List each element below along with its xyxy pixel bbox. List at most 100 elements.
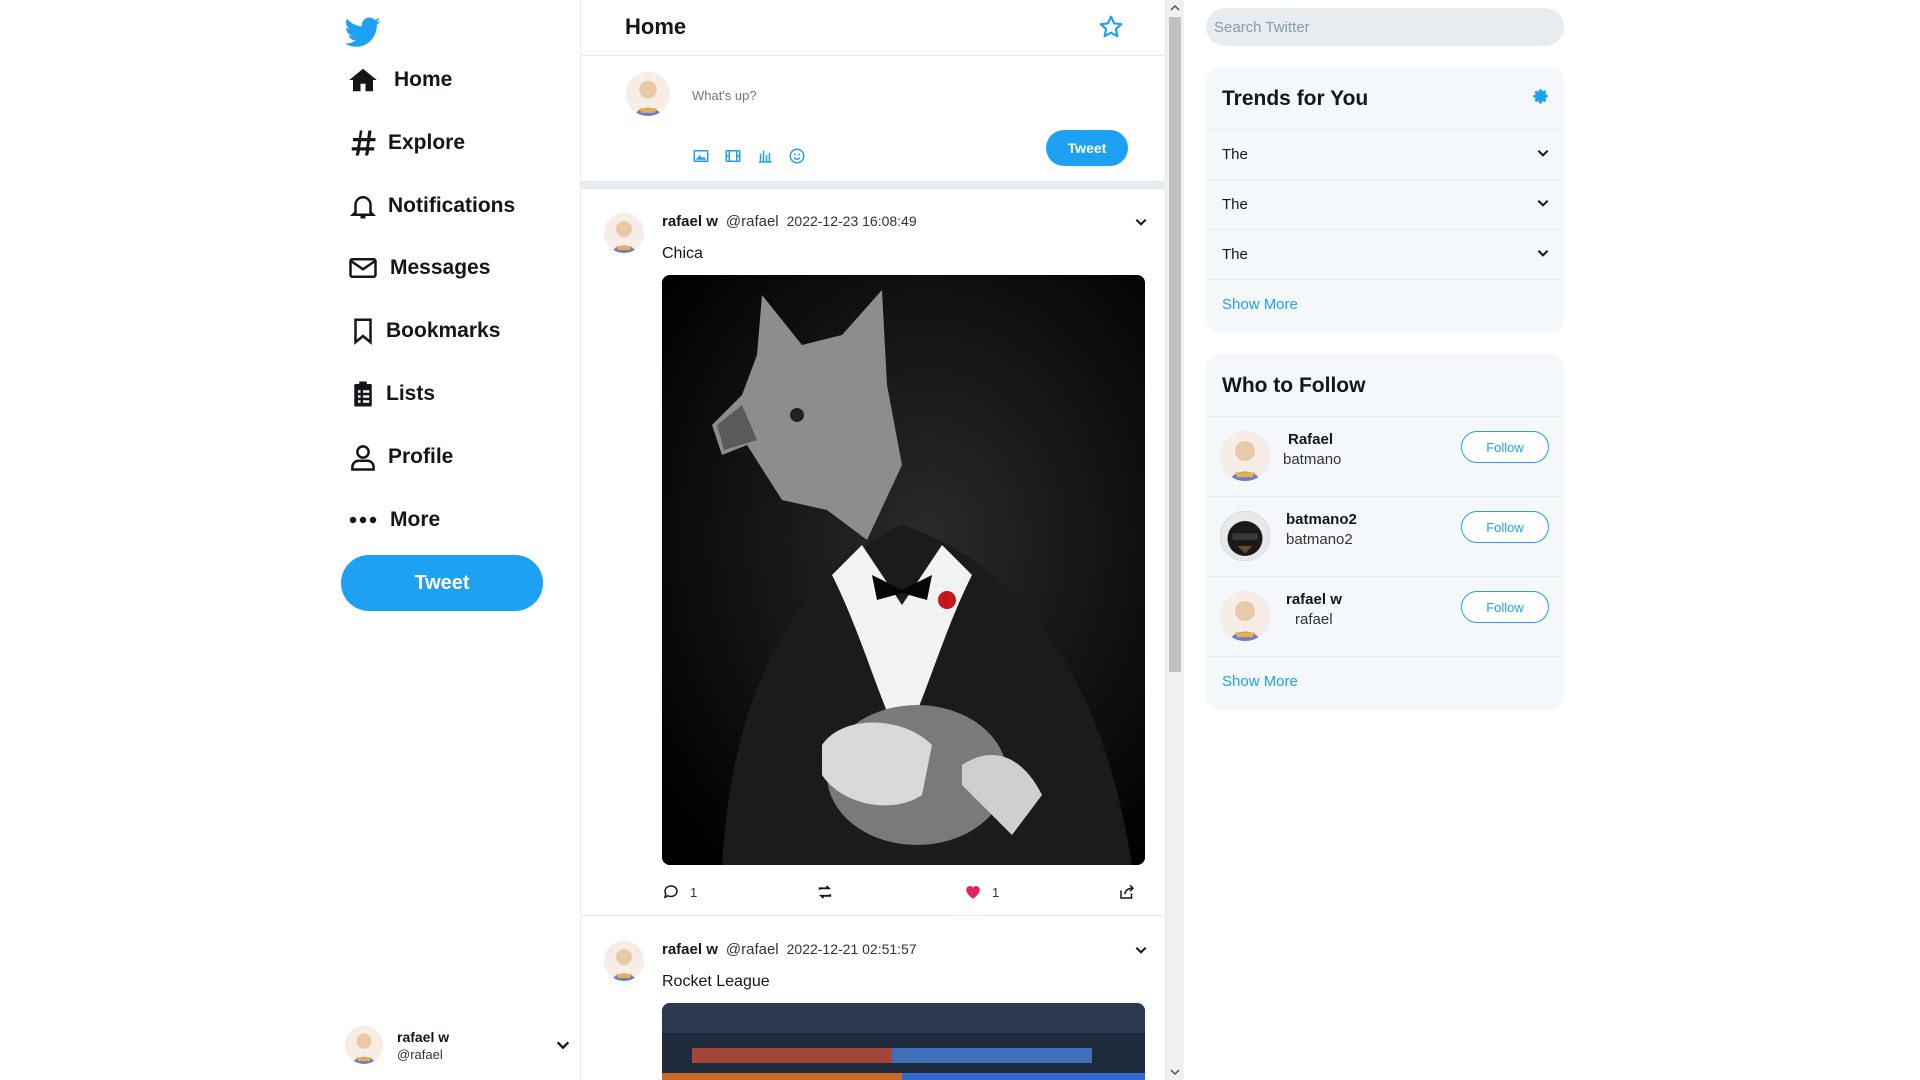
chevron-down-icon[interactable] [1536, 196, 1550, 210]
tweet-text: Chica [662, 245, 703, 262]
gif-icon[interactable] [724, 147, 742, 170]
envelope-icon [349, 258, 377, 278]
tweet-post[interactable]: rafael w @rafael 2022-12-23 16:08:49 Chi… [581, 189, 1165, 916]
nav-explore-label: Explore [388, 131, 466, 154]
feed-scrollbar[interactable] [1166, 0, 1184, 1080]
suggestion-handle: batmano [1283, 451, 1342, 468]
chevron-down-icon[interactable] [1134, 943, 1148, 957]
avatar[interactable] [604, 213, 644, 253]
right-sidebar: Trends for You The The The Show More Who… [1184, 0, 1920, 1080]
bell-icon [349, 196, 377, 219]
tweet-author-handle[interactable]: @rafael [726, 213, 779, 230]
like-action[interactable]: 1 [964, 883, 999, 901]
tweet-image[interactable] [662, 275, 1145, 865]
main-feed: Home Tweet rafael w @rafael 2022-12-23 1… [580, 0, 1166, 1080]
compose-tweet-button[interactable]: Tweet [1046, 130, 1128, 166]
nav-home[interactable]: Home [348, 58, 452, 102]
nav-explore[interactable]: Explore [348, 121, 465, 165]
nav-home-label: Home [394, 68, 453, 91]
trends-show-more-link[interactable]: Show More [1222, 296, 1298, 313]
scroll-down-arrow-icon[interactable] [1170, 1067, 1180, 1077]
follow-suggestion[interactable]: rafael w rafael Follow [1206, 576, 1564, 656]
nav-messages[interactable]: Messages [348, 246, 490, 290]
retweet-icon [818, 885, 832, 899]
trend-label: The [1222, 196, 1248, 213]
suggestion-name: Rafael [1288, 431, 1334, 448]
user-icon [351, 445, 375, 471]
chevron-down-icon[interactable] [1134, 215, 1148, 229]
like-count: 1 [992, 884, 1000, 900]
gear-icon[interactable] [1532, 87, 1550, 105]
account-handle: @rafael [397, 1046, 443, 1062]
nav-notifications[interactable]: Notifications [348, 184, 515, 228]
trend-label: The [1222, 146, 1248, 163]
tweet-image[interactable] [662, 1003, 1145, 1080]
tweet-meta: rafael w @rafael 2022-12-21 02:51:57 [662, 941, 917, 958]
account-switcher[interactable]: rafael w @rafael [345, 1020, 581, 1070]
share-action[interactable] [1118, 883, 1136, 901]
poll-icon[interactable] [756, 147, 774, 170]
nav-bookmarks-label: Bookmarks [386, 319, 501, 342]
suggestion-handle: batmano2 [1286, 531, 1353, 548]
tweet-text: Rocket League [662, 973, 770, 990]
avatar[interactable] [1220, 431, 1270, 481]
retweet-action[interactable] [816, 883, 834, 901]
avatar[interactable] [604, 941, 644, 981]
trends-card: Trends for You The The The Show More [1206, 67, 1564, 333]
follow-button[interactable]: Follow [1461, 431, 1549, 463]
trends-title: Trends for You [1222, 87, 1369, 110]
nav-lists-label: Lists [386, 382, 436, 405]
twitter-logo-icon[interactable] [345, 14, 381, 50]
trend-item[interactable]: The [1206, 129, 1564, 179]
nav-lists[interactable]: Lists [348, 372, 435, 416]
follow-button[interactable]: Follow [1461, 511, 1549, 543]
tweet-author-name[interactable]: rafael w [662, 213, 718, 230]
feed-header: Home [581, 0, 1165, 56]
left-sidebar: Home Explore Notifications Messages Book… [0, 0, 580, 1080]
tweet-actions: 1 1 [662, 883, 1145, 905]
follow-suggestion[interactable]: Rafael batmano Follow [1206, 416, 1564, 496]
nav-notifications-label: Notifications [388, 194, 516, 217]
nav-more[interactable]: More [348, 498, 440, 542]
reply-count: 1 [690, 884, 698, 900]
compose-input[interactable] [692, 88, 1052, 103]
star-icon[interactable] [1098, 14, 1124, 40]
chevron-down-icon[interactable] [1536, 246, 1550, 260]
tweet-post[interactable]: rafael w @rafael 2022-12-21 02:51:57 Roc… [581, 917, 1165, 1080]
trend-item[interactable]: The [1206, 179, 1564, 229]
nav-bookmarks[interactable]: Bookmarks [348, 309, 500, 353]
avatar[interactable] [1220, 511, 1270, 561]
trend-item[interactable]: The [1206, 229, 1564, 279]
who-to-follow-card: Who to Follow Rafael batmano Follow batm… [1206, 354, 1564, 710]
who-to-follow-show-more-link[interactable]: Show More [1222, 673, 1298, 690]
reply-action[interactable]: 1 [662, 883, 697, 901]
follow-button[interactable]: Follow [1461, 591, 1549, 623]
image-icon[interactable] [692, 147, 710, 170]
tweet-button[interactable]: Tweet [341, 555, 543, 611]
compose-toolbar [692, 147, 806, 170]
avatar [626, 72, 670, 116]
who-to-follow-footer: Show More [1206, 656, 1564, 710]
tweet-meta: rafael w @rafael 2022-12-23 16:08:49 [662, 213, 917, 230]
trends-footer: Show More [1206, 279, 1564, 333]
scroll-thumb[interactable] [1169, 17, 1181, 672]
nav-profile[interactable]: Profile [348, 435, 453, 479]
chevron-down-icon[interactable] [1536, 146, 1550, 160]
tweet-date: 2022-12-21 02:51:57 [786, 941, 917, 957]
tweet-author-name[interactable]: rafael w [662, 941, 718, 958]
scroll-up-arrow-icon[interactable] [1170, 3, 1180, 13]
suggestion-handle: rafael [1295, 611, 1333, 628]
more-dots-icon [349, 516, 377, 524]
tweet-author-handle[interactable]: @rafael [726, 941, 779, 958]
hashtag-icon [351, 130, 376, 156]
search-input[interactable] [1206, 8, 1564, 46]
divider [581, 181, 1165, 189]
page-title: Home [625, 14, 687, 39]
avatar[interactable] [1220, 591, 1270, 641]
who-to-follow-title: Who to Follow [1222, 374, 1366, 397]
follow-suggestion[interactable]: batmano2 batmano2 Follow [1206, 496, 1564, 576]
trend-label: The [1222, 246, 1248, 263]
suggestion-name: rafael w [1286, 591, 1342, 608]
emoji-icon[interactable] [788, 147, 806, 170]
nav-more-label: More [390, 508, 441, 531]
